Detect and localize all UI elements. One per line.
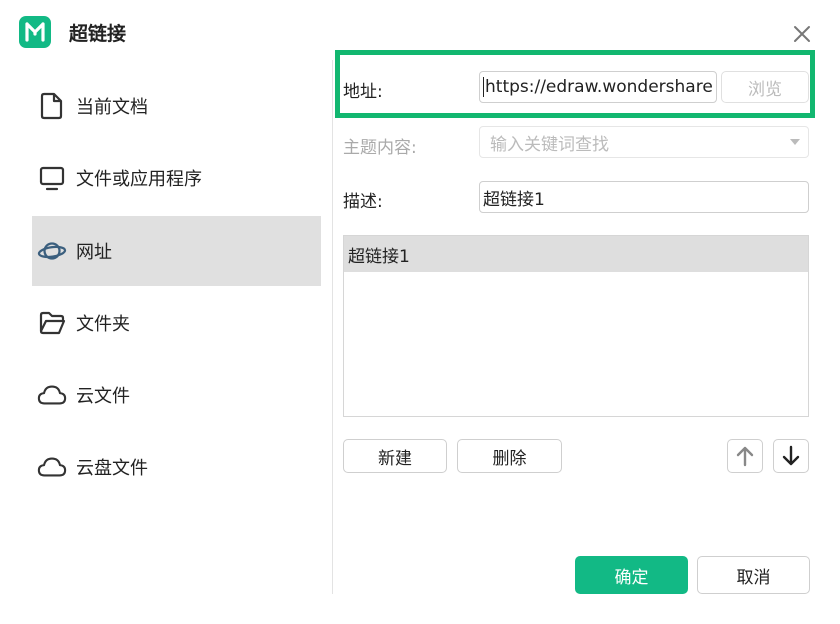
app-logo <box>19 16 51 48</box>
sidebar-item-current-document[interactable]: 当前文档 <box>32 71 321 141</box>
sidebar-item-url[interactable]: 网址 <box>32 216 321 286</box>
monitor-icon <box>37 163 67 193</box>
new-button[interactable]: 新建 <box>343 439 447 473</box>
description-input[interactable]: 超链接1 <box>479 181 809 213</box>
cancel-button[interactable]: 取消 <box>697 556 810 594</box>
cloud-icon <box>37 452 67 482</box>
sidebar-item-label: 网址 <box>76 242 112 263</box>
topic-select[interactable]: 输入关键词查找 <box>479 126 809 158</box>
sidebar-item-file-or-app[interactable]: 文件或应用程序 <box>32 143 321 213</box>
document-icon <box>37 91 67 121</box>
arrow-up-icon <box>736 446 754 467</box>
close-icon <box>794 26 810 42</box>
close-button[interactable] <box>790 22 814 46</box>
ok-button[interactable]: 确定 <box>575 556 688 594</box>
sidebar-item-cloud-file[interactable]: 云文件 <box>32 360 321 430</box>
hyperlink-list[interactable]: 超链接1 <box>343 235 809 417</box>
sidebar-item-label: 当前文档 <box>76 97 148 118</box>
logo-icon <box>25 22 45 42</box>
description-value: 超链接1 <box>483 189 545 210</box>
delete-button[interactable]: 删除 <box>457 439 562 473</box>
cloud-icon <box>37 380 67 410</box>
list-item[interactable]: 超链接1 <box>344 236 808 272</box>
sidebar-item-label: 文件或应用程序 <box>76 169 202 190</box>
dialog-title: 超链接 <box>69 23 127 45</box>
description-label: 描述: <box>343 192 383 212</box>
sidebar-item-folder[interactable]: 文件夹 <box>32 288 321 358</box>
chevron-down-icon <box>790 139 800 145</box>
sidebar-item-label: 文件夹 <box>76 314 130 335</box>
topic-placeholder: 输入关键词查找 <box>490 134 609 155</box>
planet-icon <box>37 236 67 266</box>
move-down-button[interactable] <box>773 439 809 473</box>
folder-icon <box>37 308 67 338</box>
arrow-down-icon <box>782 445 800 466</box>
address-highlight-box <box>335 50 815 118</box>
sidebar-item-label: 云文件 <box>76 386 130 407</box>
sidebar-divider <box>332 60 333 594</box>
sidebar-item-cloud-drive-file[interactable]: 云盘文件 <box>32 432 321 502</box>
move-up-button[interactable] <box>727 439 763 473</box>
topic-label: 主题内容: <box>343 138 417 158</box>
sidebar-item-label: 云盘文件 <box>76 458 148 479</box>
